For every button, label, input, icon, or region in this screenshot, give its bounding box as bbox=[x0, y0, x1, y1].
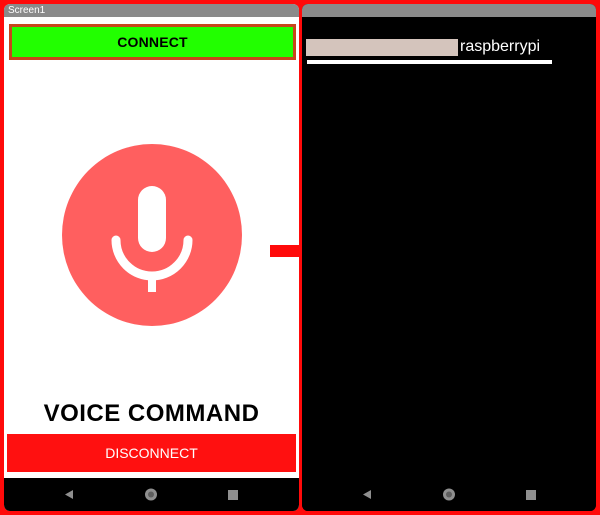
home-circle-icon[interactable] bbox=[141, 478, 161, 511]
microphone-button[interactable] bbox=[62, 144, 242, 326]
right-phone-screen: raspberrypi bbox=[302, 4, 596, 511]
home-circle-icon[interactable] bbox=[439, 478, 459, 511]
microphone-icon bbox=[111, 186, 193, 292]
redacted-device-address bbox=[306, 38, 458, 56]
back-triangle-icon[interactable] bbox=[59, 478, 79, 511]
disconnect-button[interactable]: DISCONNECT bbox=[7, 434, 296, 472]
screen-titlebar bbox=[302, 4, 596, 17]
back-triangle-icon[interactable] bbox=[357, 478, 377, 511]
composite-screenshot: Screen1 CONNECT VOICE COMMAND DISCONNECT bbox=[0, 0, 600, 515]
list-divider bbox=[307, 60, 552, 64]
connect-button[interactable]: CONNECT bbox=[9, 24, 296, 60]
android-navbar bbox=[4, 478, 299, 511]
android-navbar bbox=[302, 478, 596, 511]
left-phone-screen: Screen1 CONNECT VOICE COMMAND DISCONNECT bbox=[4, 4, 299, 511]
recent-square-icon[interactable] bbox=[223, 478, 243, 511]
voice-command-label: VOICE COMMAND bbox=[43, 400, 260, 427]
device-list-item[interactable]: raspberrypi bbox=[306, 37, 540, 57]
screen-title: Screen1 bbox=[4, 4, 299, 17]
device-name: raspberrypi bbox=[460, 38, 541, 55]
recent-square-icon[interactable] bbox=[521, 478, 541, 511]
